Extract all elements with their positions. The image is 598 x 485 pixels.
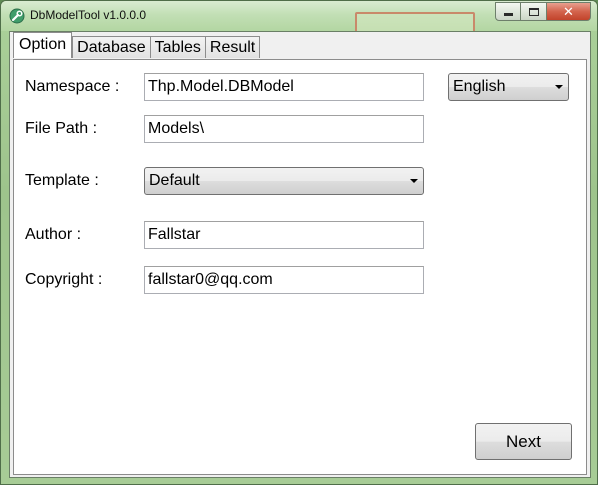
option-panel: Namespace : Thp.Model.DBModel English Fi… (13, 59, 587, 475)
author-input[interactable]: Fallstar (144, 221, 424, 249)
tab-result[interactable]: Result (204, 36, 261, 58)
language-select[interactable]: English (448, 73, 569, 101)
chevron-down-icon (555, 85, 563, 89)
chevron-down-icon (410, 179, 418, 183)
tab-tables[interactable]: Tables (149, 36, 206, 58)
title-bar[interactable]: DbModelTool v1.0.0.0 ✕ (1, 1, 597, 34)
close-icon: ✕ (563, 3, 574, 19)
template-select-value: Default (149, 172, 200, 189)
window-title: DbModelTool v1.0.0.0 (30, 8, 147, 22)
template-select[interactable]: Default (144, 167, 424, 195)
maximize-button[interactable] (521, 2, 547, 21)
minimize-button[interactable] (495, 2, 521, 21)
author-label: Author : (25, 226, 82, 243)
template-label: Template : (25, 172, 99, 189)
copyright-input[interactable]: fallstar0@qq.com (144, 266, 424, 294)
minimize-icon (503, 13, 513, 16)
tab-strip: Option Database Tables Result (13, 32, 261, 58)
namespace-input[interactable]: Thp.Model.DBModel (144, 73, 424, 101)
maximize-icon (528, 7, 539, 16)
next-button[interactable]: Next (475, 423, 572, 460)
tab-option[interactable]: Option (13, 32, 73, 58)
tab-database[interactable]: Database (72, 36, 151, 58)
copyright-label: Copyright : (25, 271, 103, 288)
namespace-label: Namespace : (25, 78, 120, 95)
filepath-input[interactable]: Models\ (144, 115, 424, 143)
language-select-value: English (453, 78, 506, 95)
wrench-gear-icon (9, 8, 25, 24)
filepath-label: File Path : (25, 120, 98, 137)
client-area: Option Database Tables Result Namespace … (9, 31, 591, 478)
caption-buttons: ✕ (495, 2, 591, 22)
app-window: DbModelTool v1.0.0.0 ✕ Option Database T… (0, 0, 598, 485)
close-button[interactable]: ✕ (547, 2, 591, 21)
